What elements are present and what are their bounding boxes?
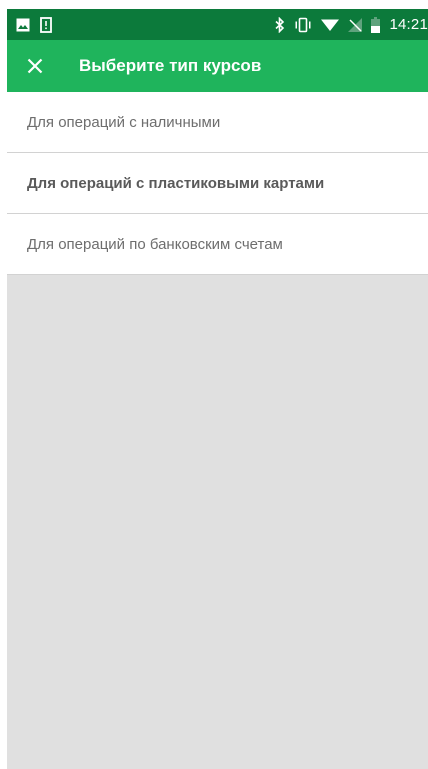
status-bar: 14:21 xyxy=(7,9,428,40)
sim-alert-icon xyxy=(40,16,52,33)
wifi-icon xyxy=(321,17,340,32)
close-button[interactable] xyxy=(24,55,46,77)
status-left-icons xyxy=(16,16,52,33)
status-time: 14:21 xyxy=(389,16,428,33)
screen: 14:21 Выберите тип курсов Для операций с… xyxy=(7,9,428,769)
list-item-cards[interactable]: Для операций с пластиковыми картами xyxy=(7,153,428,214)
list-item-label: Для операций по банковским счетам xyxy=(27,235,283,253)
no-signal-icon xyxy=(348,17,363,32)
battery-icon xyxy=(371,16,381,33)
bluetooth-icon xyxy=(275,16,285,33)
status-right-icons: 14:21 xyxy=(275,16,428,33)
rate-type-list: Для операций с наличными Для операций с … xyxy=(7,92,428,275)
image-icon xyxy=(16,18,30,32)
list-item-label: Для операций с пластиковыми картами xyxy=(27,174,325,192)
page-title: Выберите тип курсов xyxy=(79,56,262,75)
app-bar: Выберите тип курсов xyxy=(7,40,428,92)
list-item-label: Для операций с наличными xyxy=(27,113,221,131)
list-item-cash[interactable]: Для операций с наличными xyxy=(7,92,428,153)
close-icon xyxy=(27,58,43,74)
vibrate-icon xyxy=(294,17,312,33)
list-item-bank-accounts[interactable]: Для операций по банковским счетам xyxy=(7,214,428,275)
